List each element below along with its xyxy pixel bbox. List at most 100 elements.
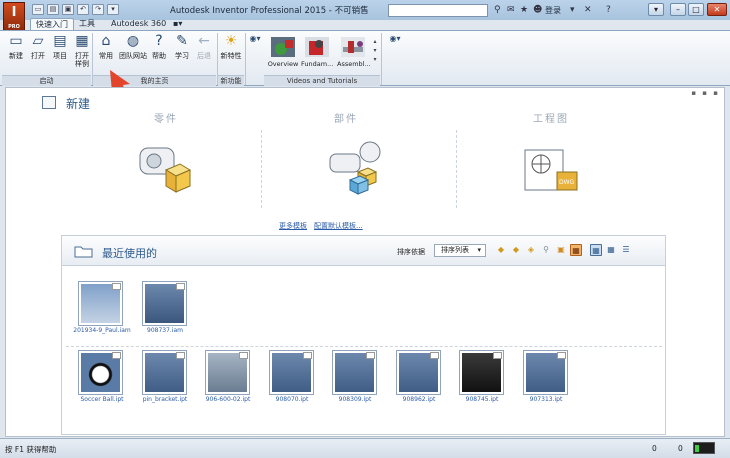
dropdown-options-icon: ◉▾ <box>249 34 261 43</box>
open-samples-icon: ▦ <box>75 33 89 49</box>
small-icons-view-icon[interactable]: ▦ <box>605 244 617 256</box>
quick-access-more-icon[interactable]: ▾ <box>107 4 119 15</box>
new-drawing-icon[interactable]: DWG <box>521 146 581 198</box>
configure-default-template-link[interactable]: 配置默认模板... <box>314 221 363 231</box>
my-home-panel: ▪ ▪ ▪ 新建 零件 部件 工程图 DWG 更多模板 配置默认模板... 最近… <box>5 87 725 437</box>
undo-icon[interactable]: ↶ <box>77 4 89 15</box>
recent-assembly-label[interactable]: 201934-9_Paul.iam <box>67 327 137 334</box>
pin-icon[interactable]: ⚲ <box>540 244 552 256</box>
learn-button[interactable]: ✎ 学习 <box>171 33 193 75</box>
filter-presentation-icon[interactable]: ▣ <box>555 244 567 256</box>
sort-by-label: 排序依据 <box>397 248 425 256</box>
sign-in-link[interactable]: 登录 <box>545 5 561 16</box>
video-thumbnail-fundamentals-icon <box>305 37 329 57</box>
open-button[interactable]: ▱ 打开 <box>27 33 49 75</box>
lightbulb-icon: ☀ <box>224 33 238 49</box>
video-assembly[interactable]: Assembl... <box>337 37 371 68</box>
group-label-launch: 启动 <box>2 75 91 86</box>
open-folder-icon: ▱ <box>32 33 44 49</box>
maximize-button[interactable]: □ <box>688 3 704 16</box>
recent-assembly-item[interactable] <box>78 281 123 326</box>
tab-autodesk-360[interactable]: Autodesk 360 <box>106 18 171 30</box>
recent-part-label[interactable]: 908745.ipt <box>447 396 517 403</box>
sign-in-dropdown-icon[interactable]: ▾ <box>570 4 575 16</box>
recent-part-item[interactable] <box>269 350 314 395</box>
video-thumbnail-overview-icon <box>271 37 295 57</box>
video-overview[interactable]: Overview <box>267 37 299 68</box>
video-thumbnail-assembly-icon <box>341 37 365 57</box>
redo-icon[interactable]: ↷ <box>92 4 104 15</box>
panel-controls[interactable]: ▪ ▪ ▪ <box>691 89 720 97</box>
recent-part-item[interactable] <box>205 350 250 395</box>
help-dropdown-icon[interactable]: ▾ <box>648 3 664 16</box>
recent-assembly-label[interactable]: 908737.iam <box>130 327 200 334</box>
recent-part-label[interactable]: 906-600-02.ipt <box>193 396 263 403</box>
status-help-text: 按 F1 获得帮助 <box>5 445 57 454</box>
back-arrow-icon: ← <box>198 33 210 49</box>
whats-new-button[interactable]: ☀ 新特性 <box>219 33 243 75</box>
svg-text:DWG: DWG <box>559 179 575 186</box>
application-window: ▭ ▤ ▣ ↶ ↷ ▾ Autodesk Inventor Profession… <box>0 0 730 458</box>
panel-options-button[interactable]: ◉▾ <box>246 31 264 73</box>
filter-active-icon[interactable]: ▦ <box>570 244 582 256</box>
filter-drawing-icon[interactable]: ◈ <box>525 244 537 256</box>
save-quick-icon[interactable]: ▣ <box>62 4 74 15</box>
exchange-apps-icon[interactable]: ✕ <box>584 4 592 16</box>
new-button[interactable]: ▭ 新建 <box>5 33 27 75</box>
new-part-icon[interactable] <box>134 138 194 198</box>
user-icon[interactable]: ☻ <box>533 4 542 16</box>
list-view-icon[interactable]: ☰ <box>620 244 632 256</box>
open-quick-icon[interactable]: ▤ <box>47 4 59 15</box>
application-menu-button[interactable]: I PRO <box>3 2 25 32</box>
status-count-2: 0 <box>678 444 683 453</box>
help-question-icon: ? <box>155 33 163 49</box>
videos-scroll-controls[interactable]: ▴ ▾ ▾ <box>371 37 379 79</box>
window-title: Autodesk Inventor Professional 2015 - 不可… <box>170 6 369 16</box>
filter-part-icon[interactable]: ◆ <box>510 244 522 256</box>
projects-button[interactable]: ▤ 项目 <box>49 33 71 75</box>
communication-center-icon[interactable]: ✉ <box>507 4 515 16</box>
dropdown-options-icon: ◉▾ <box>389 34 401 43</box>
back-button[interactable]: ← 后退 <box>193 33 215 75</box>
folder-icon <box>74 246 93 258</box>
more-templates-link[interactable]: 更多模板 <box>279 221 307 231</box>
help-icon[interactable]: ? <box>606 4 611 16</box>
help-search-input[interactable] <box>388 4 488 17</box>
recent-part-label[interactable]: 908070.ipt <box>257 396 327 403</box>
part-column: 零件 <box>154 114 178 125</box>
open-samples-button[interactable]: ▦ 打开样例 <box>71 33 93 75</box>
recent-part-label[interactable]: pin_bracket.ipt <box>130 396 200 403</box>
recent-part-item[interactable] <box>396 350 441 395</box>
recent-part-label[interactable]: Soccer Ball.ipt <box>67 396 137 403</box>
ribbon-options-icon[interactable]: ▪▾ <box>168 18 187 30</box>
recent-assembly-item[interactable] <box>142 281 187 326</box>
new-assembly-icon[interactable] <box>326 138 386 198</box>
sort-by-select[interactable]: 排序列表 ▾ <box>434 244 486 257</box>
recent-part-item[interactable] <box>142 350 187 395</box>
large-icons-view-icon[interactable]: ▦ <box>590 244 602 256</box>
filter-assembly-icon[interactable]: ◆ <box>495 244 507 256</box>
panel-options-button-2[interactable]: ◉▾ <box>386 31 404 73</box>
video-fundamentals[interactable]: Fundam... <box>301 37 333 68</box>
minimize-button[interactable]: – <box>670 3 686 16</box>
recent-part-label[interactable]: 908309.ipt <box>320 396 390 403</box>
tab-get-started[interactable]: 快速入门 <box>30 18 74 30</box>
chevron-down-icon: ▾ <box>477 246 481 254</box>
binoculars-icon[interactable]: ⚲ <box>494 4 501 16</box>
recent-documents-panel: 最近使用的 排序依据 排序列表 ▾ ◆ ◆ ◈ ⚲ ▣ ▦ ▦ ▦ ☰ 20193… <box>61 235 666 435</box>
close-button[interactable]: ✕ <box>707 3 727 16</box>
favorites-star-icon[interactable]: ★ <box>520 4 528 16</box>
status-count-1: 0 <box>652 444 657 453</box>
recent-part-item[interactable] <box>459 350 504 395</box>
new-quick-icon[interactable]: ▭ <box>32 4 44 15</box>
help-button[interactable]: ? 帮助 <box>148 33 170 75</box>
title-bar: ▭ ▤ ▣ ↶ ↷ ▾ Autodesk Inventor Profession… <box>0 0 730 20</box>
row-divider <box>66 346 662 347</box>
recent-part-item[interactable] <box>78 350 123 395</box>
tab-tools[interactable]: 工具 <box>74 18 100 30</box>
recent-part-label[interactable]: 907313.ipt <box>511 396 581 403</box>
home-icon: ⌂ <box>101 33 111 49</box>
recent-part-item[interactable] <box>332 350 377 395</box>
recent-part-label[interactable]: 908962.ipt <box>384 396 454 403</box>
recent-part-item[interactable] <box>523 350 568 395</box>
